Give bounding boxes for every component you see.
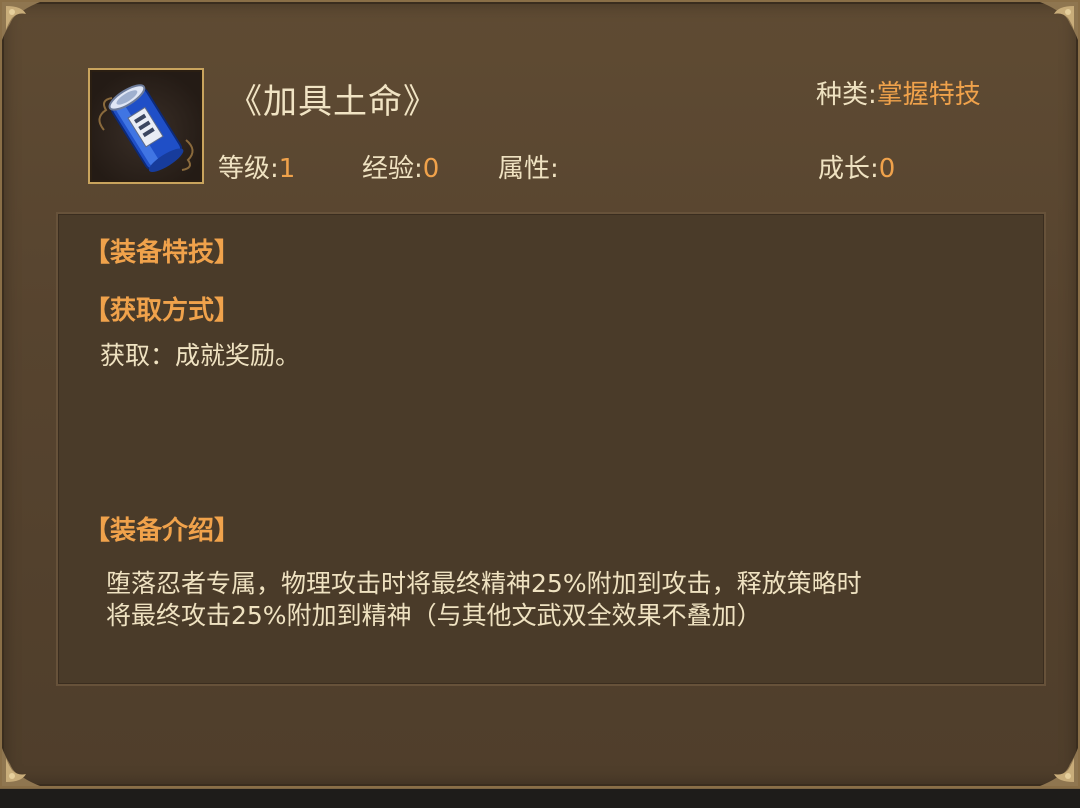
- exp-stat: 经验:0: [362, 148, 439, 185]
- intro-line-2: 将最终攻击25%附加到精神（与其他文武双全效果不叠加）: [106, 601, 762, 630]
- growth-label: 成长:: [818, 154, 879, 184]
- level-label: 等级:: [218, 154, 279, 184]
- type-stat: 种类:掌握特技: [816, 74, 981, 111]
- level-stat: 等级:1: [218, 148, 295, 185]
- acquire-text: 获取：成就奖励。: [100, 341, 301, 370]
- attribute-label: 属性:: [498, 154, 559, 184]
- blue-scroll-icon: [98, 84, 194, 172]
- intro-text: 堕落忍者专属，物理攻击时将最终精神25%附加到攻击，释放策略时 将最终攻击25%…: [106, 568, 862, 632]
- corner-ornament-icon: [2, 748, 40, 786]
- growth-stat: 成长:0: [818, 148, 895, 185]
- growth-value: 0: [878, 154, 896, 184]
- level-value: 1: [278, 154, 296, 184]
- attribute-stat: 属性:: [498, 148, 559, 185]
- type-label: 种类:: [816, 80, 877, 110]
- description-panel: 【装备特技】 【获取方式】 获取：成就奖励。 【装备介绍】 堕落忍者专属，物理攻…: [56, 212, 1046, 686]
- item-detail-window: 《加具土命》 种类:掌握特技 等级:1 经验:0 属性: 成长:0 【装备特技】…: [0, 0, 1080, 788]
- equip-skill-heading: 【装备特技】: [84, 238, 241, 268]
- item-icon-slot[interactable]: [88, 68, 204, 184]
- corner-ornament-icon: [2, 2, 40, 40]
- exp-value: 0: [422, 154, 440, 184]
- corner-ornament-icon: [1040, 2, 1078, 40]
- intro-line-1: 堕落忍者专属，物理攻击时将最终精神25%附加到攻击，释放策略时: [106, 569, 862, 598]
- type-value: 掌握特技: [876, 80, 981, 110]
- intro-heading: 【装备介绍】: [84, 516, 241, 546]
- acquire-heading: 【获取方式】: [84, 296, 241, 326]
- bottom-bar: [0, 788, 1080, 808]
- item-name: 《加具土命》: [228, 82, 438, 122]
- corner-ornament-icon: [1040, 748, 1078, 786]
- exp-label: 经验:: [362, 154, 423, 184]
